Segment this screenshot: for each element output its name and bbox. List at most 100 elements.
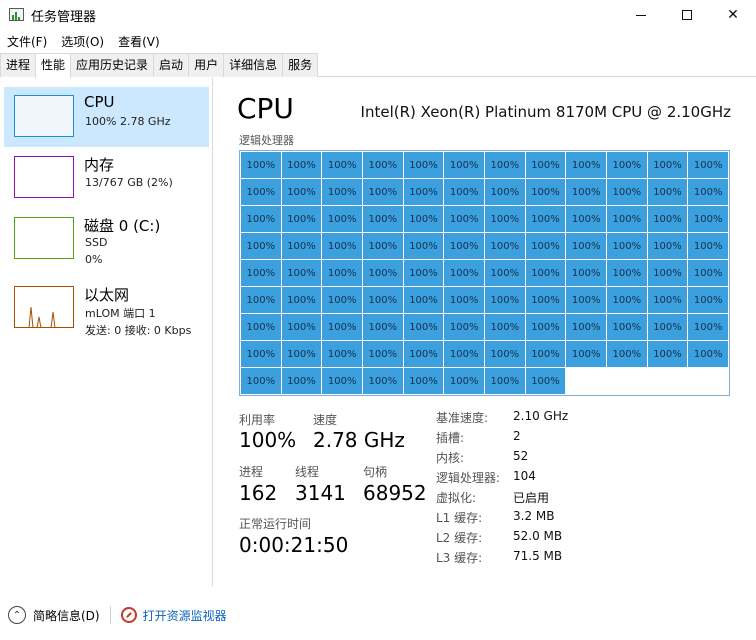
logical-processor-cell: 100% [525, 179, 566, 205]
sidebar-item-disk[interactable]: 磁盘 0 (C:) SSD 0% [4, 209, 209, 269]
logical-processor-cell: 100% [322, 179, 362, 205]
spec-value: 104 [513, 469, 536, 483]
logical-processor-cell: 100% [403, 233, 444, 259]
spec-row: L1 缓存: 3.2 MB [436, 509, 736, 529]
menu-bar: 文件(F) 选项(O) 查看(V) [0, 30, 167, 52]
logical-processor-cell: 100% [485, 179, 525, 205]
logical-processor-cell: 100% [241, 152, 281, 178]
logical-processor-cell: 100% [281, 152, 322, 178]
sidebar-item-title: 内存 [84, 156, 115, 174]
spec-key: 虚拟化: [436, 491, 477, 505]
cpu-detail-panel: CPU Intel(R) Xeon(R) Platinum 8170M CPU … [214, 78, 756, 586]
logical-processor-cell: 100% [444, 179, 484, 205]
open-resource-monitor-link[interactable]: 打开资源监视器 [143, 607, 227, 624]
tab-processes[interactable]: 进程 [0, 53, 37, 77]
menu-file[interactable]: 文件(F) [0, 33, 54, 50]
speed-label: 速度 [313, 413, 338, 427]
logical-processor-cell: 100% [688, 233, 728, 259]
spec-value: 52 [513, 449, 529, 463]
tab-users[interactable]: 用户 [188, 53, 225, 77]
logical-processor-cell: 100% [688, 314, 728, 340]
logical-processor-cell: 100% [403, 206, 444, 232]
logical-processor-cell: 100% [403, 341, 444, 367]
logical-processor-cell: 100% [363, 206, 403, 232]
speed-value: 2.78 GHz [313, 428, 405, 452]
logical-processor-cell: 100% [444, 206, 484, 232]
logical-processor-cell: 100% [322, 260, 362, 286]
logical-processor-cell: 100% [281, 341, 322, 367]
handles-value: 68952 [363, 481, 427, 505]
spec-key: L2 缓存: [436, 531, 483, 545]
sidebar-item-detail: 发送: 0 接收: 0 Kbps [85, 324, 192, 337]
processes-label: 进程 [239, 465, 264, 479]
logical-processor-cell: 100% [525, 368, 566, 394]
logical-processor-cell: 100% [607, 314, 647, 340]
logical-processor-cell: 100% [525, 233, 566, 259]
sidebar-item-cpu[interactable]: CPU 100% 2.78 GHz [4, 87, 209, 147]
uptime-label: 正常运行时间 [239, 517, 312, 531]
logical-processor-cell: 100% [566, 206, 606, 232]
logical-processor-cell: 100% [525, 206, 566, 232]
menu-view[interactable]: 查看(V) [111, 33, 167, 50]
footer-divider [109, 606, 111, 624]
logical-processor-cell: 100% [281, 287, 322, 313]
footer-bar: ⌃ 简略信息(D) 打开资源监视器 [0, 597, 756, 633]
logical-processor-cell: 100% [485, 287, 525, 313]
spec-row: L3 缓存: 71.5 MB [436, 549, 736, 569]
tab-services[interactable]: 服务 [282, 53, 319, 77]
logical-processor-cell: 100% [525, 341, 566, 367]
logical-processor-cell: 100% [688, 206, 728, 232]
threads-value: 3141 [295, 481, 346, 505]
sidebar-item-detail: SSD [85, 236, 108, 249]
logical-processor-cell: 100% [566, 287, 606, 313]
fewer-details-button[interactable]: ⌃ [8, 606, 26, 624]
logical-processor-cell: 100% [485, 341, 525, 367]
logical-processor-cell: 100% [281, 233, 322, 259]
page-title: CPU [237, 92, 294, 125]
logical-processor-cell: 100% [241, 260, 281, 286]
tab-startup[interactable]: 启动 [153, 53, 190, 77]
spec-key: L3 缓存: [436, 551, 483, 565]
logical-processor-cell: 100% [485, 260, 525, 286]
logical-processor-cell: 100% [444, 152, 484, 178]
ethernet-thumbnail-graph [14, 286, 74, 328]
logical-processor-cell: 100% [647, 179, 688, 205]
window-title: 任务管理器 [31, 9, 97, 25]
tab-details[interactable]: 详细信息 [223, 53, 284, 77]
sidebar-item-title: 磁盘 0 (C:) [84, 217, 161, 235]
tab-app-history[interactable]: 应用历史记录 [70, 53, 155, 77]
logical-processor-cell: 100% [363, 341, 403, 367]
logical-processor-cell: 100% [566, 260, 606, 286]
disk-thumbnail-graph [14, 217, 74, 259]
spec-row: 虚拟化: 已启用 [436, 489, 736, 509]
maximize-button[interactable] [664, 0, 710, 30]
sidebar-item-memory[interactable]: 内存 13/767 GB (2%) [4, 148, 209, 208]
handles-label: 句柄 [363, 465, 388, 479]
spec-value: 52.0 MB [513, 529, 563, 543]
logical-processor-cell: 100% [403, 179, 444, 205]
logical-processor-cell: 100% [363, 287, 403, 313]
logical-processor-cell: 100% [363, 368, 403, 394]
sidebar-item-ethernet[interactable]: 以太网 mLOM 端口 1 发送: 0 接收: 0 Kbps [4, 278, 209, 338]
resource-monitor-icon [120, 607, 137, 623]
logical-processor-cell: 100% [403, 368, 444, 394]
logical-processor-cell: 100% [647, 260, 688, 286]
logical-processor-cell: 100% [322, 233, 362, 259]
minimize-button[interactable] [618, 0, 664, 30]
logical-processor-cell: 100% [241, 341, 281, 367]
logical-processor-cell: 100% [607, 179, 647, 205]
logical-processor-cell: 100% [403, 314, 444, 340]
grid-label: 逻辑处理器 [239, 134, 294, 147]
logical-processor-cell: 100% [444, 341, 484, 367]
menu-options[interactable]: 选项(O) [54, 33, 111, 50]
maximize-icon [682, 10, 692, 20]
spec-key: L1 缓存: [436, 511, 483, 525]
logical-processor-cell: 100% [281, 206, 322, 232]
close-button[interactable]: ✕ [710, 0, 756, 30]
fewer-details-label[interactable]: 简略信息(D) [33, 607, 100, 624]
ethernet-activity-icon [28, 306, 56, 327]
tab-performance[interactable]: 性能 [35, 53, 72, 78]
logical-processor-cell: 100% [647, 341, 688, 367]
logical-processor-cell: 100% [241, 206, 281, 232]
logical-processor-cell: 100% [566, 152, 606, 178]
